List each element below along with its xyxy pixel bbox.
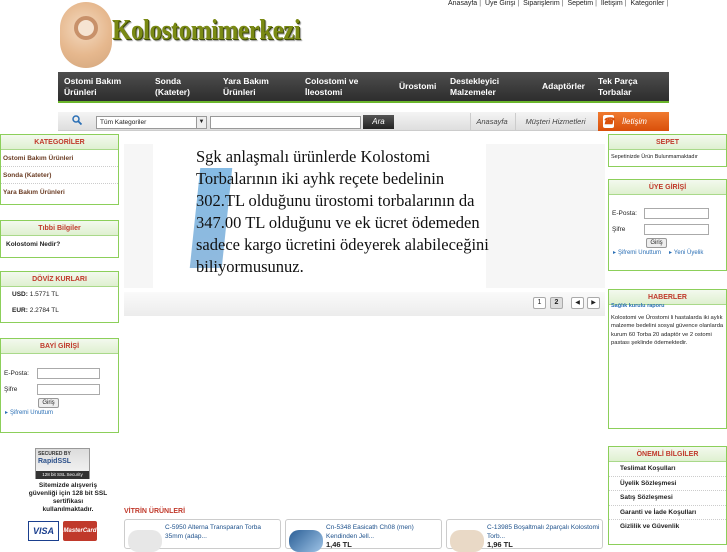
ssl-description: Sitemizde alışveriş güvenliği için 128 b…	[28, 482, 108, 513]
product-name[interactable]: Cn-5348 Easicath Ch08 (men) Kendinden Je…	[326, 523, 441, 541]
ssl-badge[interactable]: SECURED BY RapidSSL 128 bit SSL Security	[35, 448, 90, 479]
top-link-home[interactable]: Anasayfa	[448, 0, 477, 7]
dealer-password-field[interactable]	[37, 384, 100, 395]
nav-wound-care[interactable]: Yara Bakım Ürünleri	[217, 72, 299, 101]
info-link-privacy[interactable]: Gizlilik ve Güvenlik	[609, 520, 726, 535]
product-name[interactable]: C-5950 Alterna Transparan Torba 35mm (ad…	[165, 523, 280, 541]
nav-adapters[interactable]: Adaptörler	[536, 72, 592, 101]
dealer-password-label: Şifre	[4, 386, 18, 393]
logo-image[interactable]	[60, 2, 112, 68]
chevron-down-icon: ▼	[196, 117, 206, 128]
banner-text[interactable]: Sgk anlaşmalı ürünlerde Kolostomi Torbal…	[196, 146, 496, 278]
info-link-warranty[interactable]: Garanti ve İade Koşulları	[609, 506, 726, 520]
member-password-field[interactable]	[644, 224, 709, 235]
dealer-email-row: E-Posta:	[1, 368, 118, 381]
quick-contact-button[interactable]: ☎ İletişim	[598, 112, 669, 131]
search-button[interactable]: Ara	[363, 115, 394, 129]
arrow-right-icon: ▸	[613, 250, 617, 256]
news-box: HABERLER Sağlık kurulu raporu Kolostomi …	[608, 289, 727, 429]
search-input[interactable]	[210, 116, 361, 129]
usd-rate: USD: 1.5771 TL	[12, 291, 59, 298]
important-info-title: ÖNEMLİ BİLGİLER	[609, 447, 726, 462]
category-link[interactable]: Ostomi Bakım Ürünleri	[1, 150, 118, 167]
product-image	[289, 530, 323, 552]
dealer-login-title: BAYİ GİRİŞİ	[1, 339, 118, 354]
member-password-label: Şifre	[612, 226, 626, 233]
member-login-button[interactable]: Giriş	[646, 238, 667, 248]
pager-next-icon[interactable]: ▶	[587, 297, 600, 309]
nav-supportive[interactable]: Destekleyici Malzemeler	[444, 72, 536, 101]
member-email-field[interactable]	[644, 208, 709, 219]
product-name[interactable]: C-13985 Boşaltmalı 2parçalı Kolostomi To…	[487, 523, 602, 541]
pager-page-2[interactable]: 2	[550, 297, 563, 309]
product-image	[128, 530, 162, 552]
eur-rate: EUR: 2.2784 TL	[12, 307, 59, 314]
medical-info-box: Tıbbi Bilgiler Kolostomi Nedir?	[0, 220, 119, 258]
search-icon	[72, 115, 82, 125]
member-login-title: ÜYE GİRİŞİ	[609, 180, 726, 195]
category-link[interactable]: Sonda (Kateter)	[1, 167, 118, 184]
showcase-title: VİTRİN ÜRÜNLERİ	[124, 508, 186, 515]
nav-catheter[interactable]: Sonda (Kateter)	[149, 72, 217, 101]
arrow-right-icon: ▸	[668, 250, 672, 256]
dealer-email-label: E-Posta:	[4, 370, 29, 377]
member-login-box: ÜYE GİRİŞİ E-Posta: Şifre Giriş ▸ Şifrem…	[608, 179, 727, 271]
nav-one-piece[interactable]: Tek Parça Torbalar	[592, 72, 669, 101]
top-link-categories[interactable]: Kategoriler	[630, 0, 664, 7]
pager-page-1[interactable]: 1	[533, 297, 546, 309]
info-link-delivery[interactable]: Teslimat Koşulları	[609, 462, 726, 477]
nav-urostomy[interactable]: Ürostomi	[393, 72, 444, 101]
currency-box: DÖVİZ KURLARI USD: 1.5771 TL EUR: 2.2784…	[0, 271, 119, 323]
category-link[interactable]: Yara Bakım Ürünleri	[1, 184, 118, 201]
arrow-right-icon: ▸	[5, 410, 9, 416]
top-links: Anasayfa | Üye Girişi | Siparişlerim | Sepe…	[448, 0, 669, 7]
member-register-link[interactable]: Yeni Üyelik	[674, 250, 703, 256]
nav-underline	[58, 101, 669, 103]
info-link-membership[interactable]: Üyelik Sözleşmesi	[609, 477, 726, 491]
dealer-email-field[interactable]	[37, 368, 100, 379]
member-password-row: Şifre	[609, 224, 726, 237]
info-link-sales[interactable]: Satış Sözleşmesi	[609, 491, 726, 506]
top-link-login[interactable]: Üye Girişi	[485, 0, 515, 7]
categories-box: KATEGORİLER Ostomi Bakım Ürünleri Sonda …	[0, 134, 119, 205]
dealer-forgot-link[interactable]: ▸ Şifremi Unuttum	[1, 409, 118, 416]
cart-title: SEPET	[609, 135, 726, 150]
categories-title: KATEGORİLER	[1, 135, 118, 150]
nav-colostomy[interactable]: Colostomi ve İleostomi	[299, 72, 393, 101]
member-email-row: E-Posta:	[609, 208, 726, 221]
top-link-orders[interactable]: Siparişlerim	[523, 0, 560, 7]
phone-icon: ☎	[603, 115, 615, 128]
medical-info-link[interactable]: Kolostomi Nedir?	[1, 236, 118, 253]
top-link-cart[interactable]: Sepetim	[567, 0, 593, 7]
top-link-contact[interactable]: İletişim	[601, 0, 623, 7]
nav-ostomy-care[interactable]: Ostomi Bakım Ürünleri	[58, 72, 149, 101]
medical-info-title: Tıbbi Bilgiler	[1, 221, 118, 236]
product-image	[450, 530, 484, 552]
pager-prev-icon[interactable]: ◀	[571, 297, 584, 309]
important-info-box: ÖNEMLİ BİLGİLER Teslimat Koşulları Üyeli…	[608, 446, 727, 545]
member-email-label: E-Posta:	[612, 210, 637, 217]
member-forgot-link[interactable]: Şifremi Unuttum	[618, 250, 661, 256]
quick-service-link[interactable]: Müşteri Hizmetleri	[515, 113, 595, 130]
quick-home-link[interactable]: Anasayfa	[470, 113, 513, 130]
category-select[interactable]: Tüm Kategoriler ▼	[96, 116, 207, 129]
visa-logo: VISA	[28, 521, 59, 541]
dealer-password-row: Şifre	[1, 384, 118, 397]
currency-title: DÖVİZ KURLARI	[1, 272, 118, 287]
cart-empty-text: Sepetinizde Ürün Bulunmamaktadır	[611, 154, 698, 160]
dealer-login-button[interactable]: Giriş	[38, 398, 59, 408]
dealer-login-box: BAYİ GİRİŞİ E-Posta: Şifre Giriş ▸ Şifre…	[0, 338, 119, 433]
mastercard-logo: MasterCard	[63, 521, 97, 541]
category-select-value: Tüm Kategoriler	[100, 119, 147, 126]
logo-text[interactable]: Kolostomimerkezi	[112, 14, 301, 47]
main-nav: Ostomi Bakım Ürünleri Sonda (Kateter) Ya…	[58, 72, 669, 101]
news-body: Kolostomi ve Ürostomi li hastalarda iki …	[611, 315, 724, 347]
cart-box: SEPET Sepetinizde Ürün Bulunmamaktadır	[608, 134, 727, 167]
quick-contact-label: İletişim	[622, 117, 647, 126]
